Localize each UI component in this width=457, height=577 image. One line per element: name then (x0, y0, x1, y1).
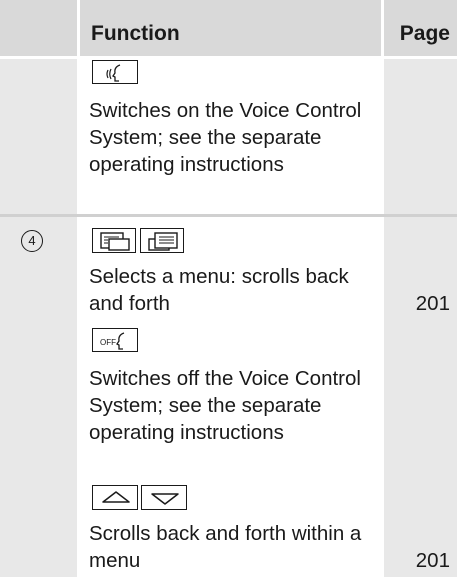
column-divider (77, 0, 80, 577)
row2-entry3-page: 201 (415, 549, 450, 572)
header-divider (0, 56, 457, 59)
row2-entry3-text: Scrolls back and forth within a menu (89, 522, 362, 572)
arrow-up-icon (92, 485, 138, 510)
display-menu-right-icon (140, 228, 184, 253)
item-number-badge: 4 (21, 230, 43, 252)
row-divider (0, 214, 457, 217)
column-divider (381, 0, 384, 577)
row2-page-cell (384, 217, 457, 577)
function-column-header: Function (91, 22, 180, 45)
function-table: Function Page Switches on the Voice Cont… (0, 0, 457, 577)
voice-off-icon-label: OFF (100, 338, 116, 347)
row1-page-cell (384, 59, 457, 214)
page-column-header: Page (399, 22, 450, 45)
row2-entry2-text: Switches off the Voice Control System; s… (89, 367, 361, 444)
display-menu-left-icon (92, 228, 136, 253)
row1-entry1-text: Switches on the Voice Control System; se… (89, 99, 362, 176)
voice-on-icon (92, 60, 138, 84)
row1-number-cell (0, 59, 77, 214)
row2-entry1-page: 201 (415, 292, 450, 315)
row2-number-cell (0, 217, 77, 577)
row2-entry1-text: Selects a menu: scrolls back and forth (89, 265, 349, 315)
arrow-down-icon (141, 485, 187, 510)
table-header: Function Page (0, 0, 457, 56)
voice-off-icon: OFF (92, 328, 138, 352)
